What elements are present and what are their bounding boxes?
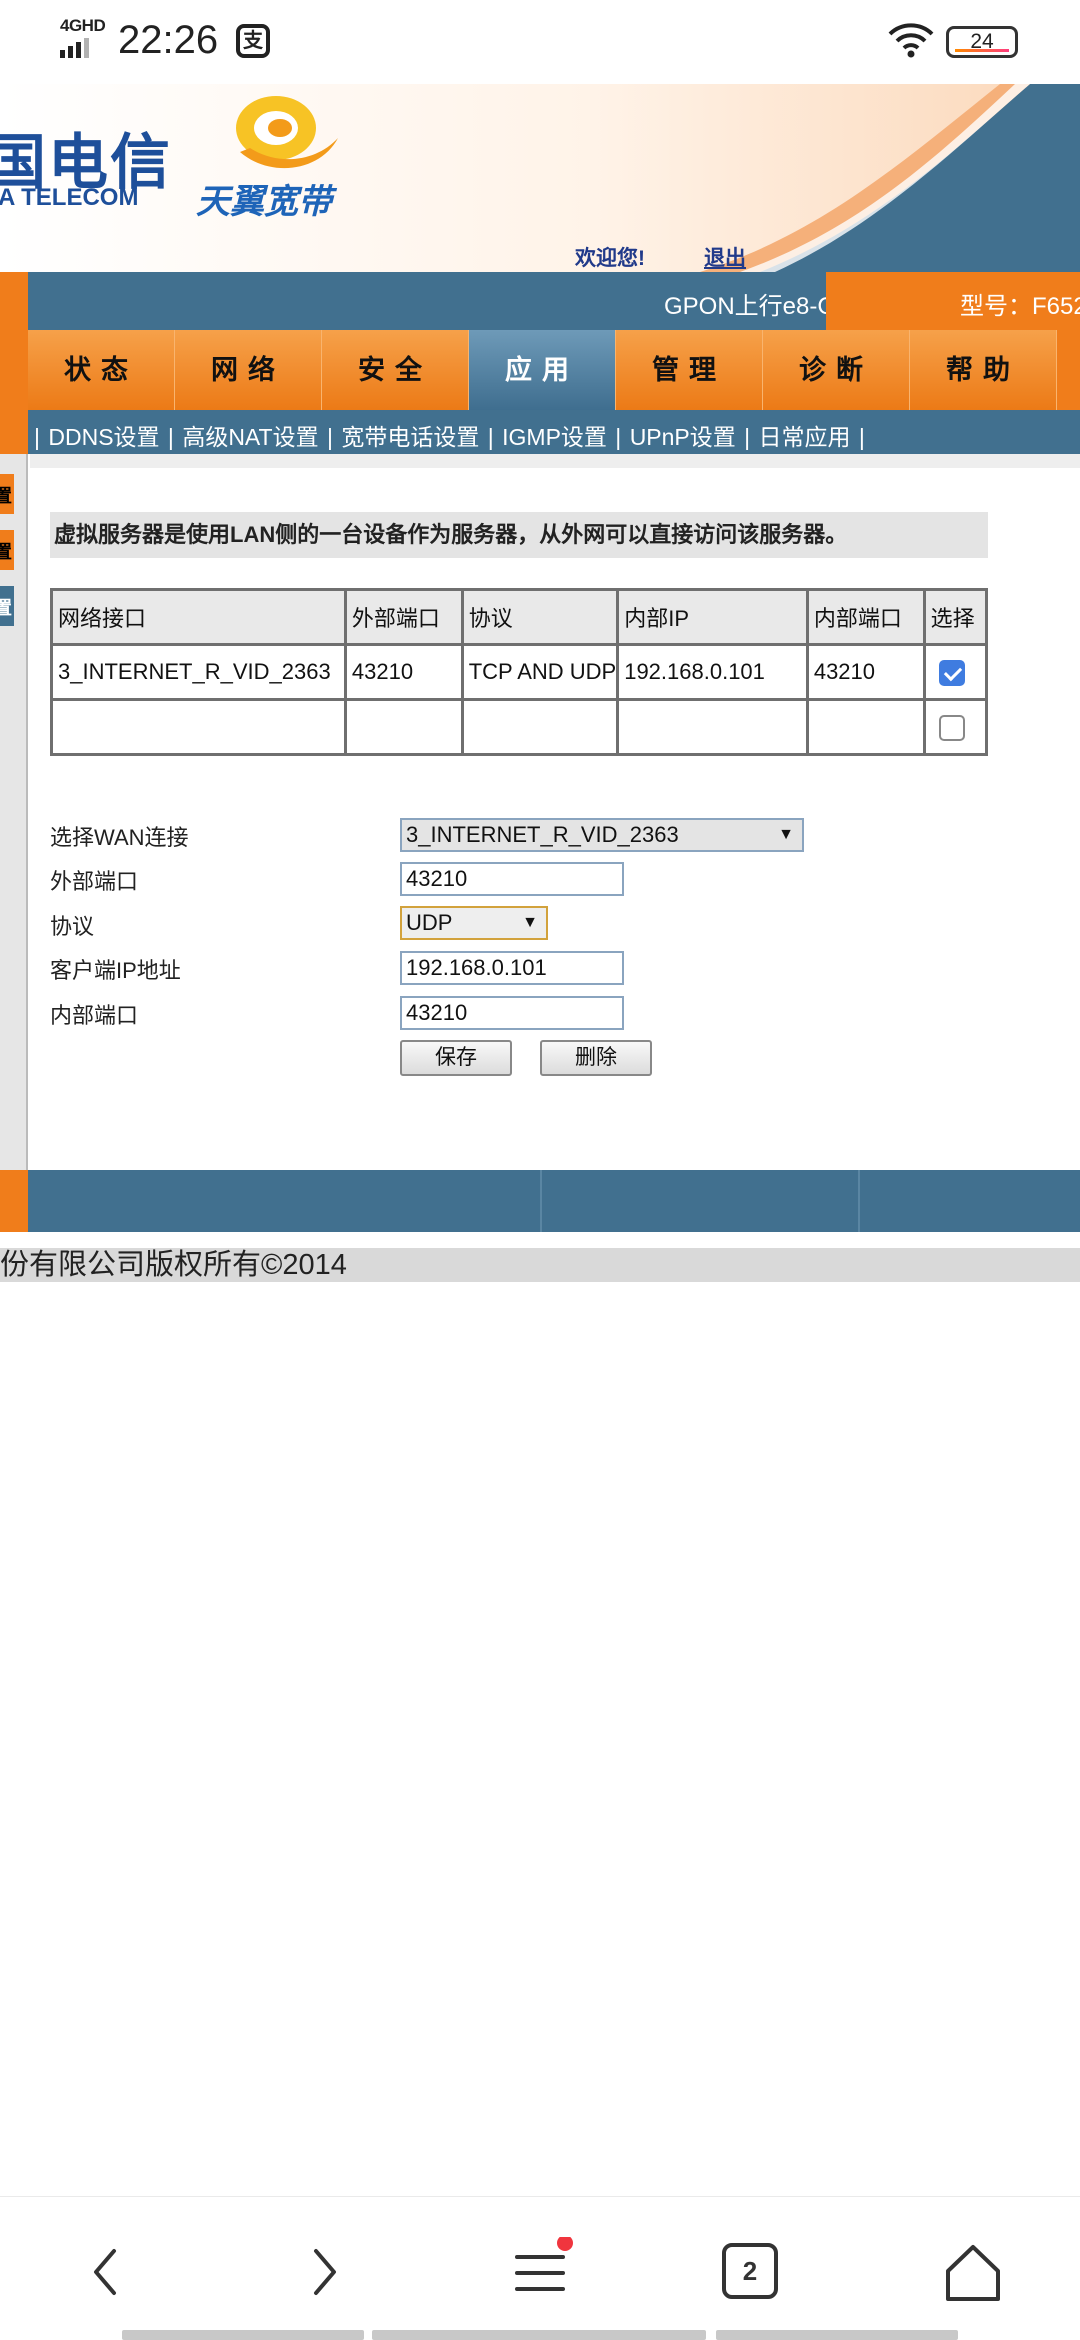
sub-menu-links: | DDNS设置 | 高级NAT设置 | 宽带电话设置 | IGMP设置 | U… (34, 424, 865, 450)
menu-status[interactable]: 状态 (28, 330, 175, 410)
menu-help[interactable]: 帮助 (910, 330, 1057, 410)
signal-icon (60, 38, 92, 58)
gesture-bar (372, 2330, 706, 2340)
left-accent-strip (0, 410, 28, 454)
clock: 22:26 (118, 18, 219, 62)
column-header: 网络接口 (50, 588, 347, 646)
save-button[interactable]: 保存 (400, 1040, 512, 1076)
wifi-icon (888, 23, 934, 58)
internal-port-label: 内部端口 (50, 1003, 139, 1028)
cell-internal-ip: 192.168.0.101 (616, 643, 809, 701)
left-accent-strip (0, 330, 28, 410)
dropdown-arrow-icon: ▼ (522, 914, 538, 931)
cell-external-port: 43210 (343, 643, 464, 701)
wan-connection-select[interactable]: 3_INTERNET_R_VID_2363 ▼ (400, 818, 804, 852)
column-header: 外部端口 (343, 588, 464, 646)
logout-link[interactable]: 退出 (704, 242, 746, 272)
model-bar: GPON上行e8-C 型号：F652 (0, 272, 1080, 330)
tianyi-broadband-logo: 天翼宽带 (196, 183, 332, 221)
submenu-broadband-phone[interactable]: 宽带电话设置 (341, 424, 479, 450)
left-sidebar: 置 置 置 (0, 454, 28, 1170)
left-accent-strip (0, 1170, 28, 1232)
telecom-logo-english: A TELECOM (0, 184, 139, 211)
home-icon[interactable] (938, 2237, 1008, 2307)
menu-icon[interactable] (505, 2237, 575, 2307)
cell-select (922, 643, 989, 701)
row-select-checkbox[interactable] (938, 659, 965, 686)
table-header-row: 网络接口 外部端口 协议 内部IP 内部端口 选择 (50, 588, 989, 646)
delete-button[interactable]: 删除 (540, 1040, 652, 1076)
external-port-input[interactable] (400, 862, 624, 896)
submenu-igmp[interactable]: IGMP设置 (502, 424, 607, 450)
sidebar-tab[interactable]: 置 (0, 474, 14, 514)
main-content: 虚拟服务器是使用LAN侧的一台设备作为服务器，从外网可以直接访问该服务器。 网络… (30, 454, 1080, 1170)
gesture-bar (122, 2330, 364, 2340)
menu-security[interactable]: 安全 (322, 330, 469, 410)
menu-diagnosis[interactable]: 诊断 (763, 330, 910, 410)
main-menu: 状态 网络 安全 应用 管理 诊断 帮助 (0, 330, 1080, 410)
device-name: GPON上行e8-C (664, 293, 835, 320)
tianyi-swirl-icon (236, 96, 338, 169)
submenu-ddns[interactable]: DDNS设置 (48, 424, 159, 450)
gesture-bar (716, 2330, 958, 2340)
menu-management[interactable]: 管理 (616, 330, 763, 410)
column-header: 协议 (460, 588, 620, 646)
network-type-label: 4GHD (60, 16, 106, 35)
column-header: 内部IP (616, 588, 809, 646)
alipay-icon: 支 (236, 24, 270, 58)
copyright-text: 份有限公司版权所有©2014 (0, 1248, 1080, 1282)
protocol-label: 协议 (50, 914, 95, 939)
column-header: 内部端口 (805, 588, 926, 646)
browser-nav-bar: 2 (0, 2196, 1080, 2340)
menu-application[interactable]: 应用 (469, 330, 616, 410)
footer-divider (858, 1170, 860, 1232)
virtual-server-table: 网络接口 外部端口 协议 内部IP 内部端口 选择 3_INTERNET_R_V… (50, 588, 989, 756)
client-ip-input[interactable] (400, 951, 624, 985)
protocol-select[interactable]: UDP ▼ (400, 906, 548, 940)
client-ip-label: 客户端IP地址 (50, 958, 181, 983)
forward-icon[interactable] (288, 2237, 358, 2307)
submenu-advanced-nat[interactable]: 高级NAT设置 (182, 424, 318, 450)
wan-connection-label: 选择WAN连接 (50, 825, 189, 850)
dropdown-arrow-icon: ▼ (778, 826, 794, 843)
header-banner: 国电信 A TELECOM 天翼宽带 欢迎您! 退出 (0, 84, 1080, 272)
sidebar-tab[interactable]: 置 (0, 530, 14, 570)
internal-port-input[interactable] (400, 996, 624, 1030)
cell-internal-port: 43210 (805, 643, 926, 701)
battery-indicator: 24 (946, 26, 1018, 58)
tabs-button[interactable]: 2 (722, 2243, 778, 2299)
table-row[interactable]: 3_INTERNET_R_VID_2363 43210 TCP AND UDP … (50, 643, 989, 701)
table-row[interactable] (50, 698, 989, 756)
notification-dot-icon (557, 2237, 573, 2251)
footer-bar (0, 1170, 1080, 1232)
menu-network[interactable]: 网络 (175, 330, 322, 410)
sub-menu: | DDNS设置 | 高级NAT设置 | 宽带电话设置 | IGMP设置 | U… (0, 410, 1080, 454)
cell-select (922, 698, 989, 756)
column-header: 选择 (922, 588, 989, 646)
cell-external-port (343, 698, 464, 756)
welcome-text: 欢迎您! (575, 247, 645, 270)
submenu-daily-apps[interactable]: 日常应用 (759, 424, 851, 450)
back-icon[interactable] (72, 2237, 142, 2307)
cell-internal-ip (616, 698, 809, 756)
external-port-label: 外部端口 (50, 869, 139, 894)
page-description: 虚拟服务器是使用LAN侧的一台设备作为服务器，从外网可以直接访问该服务器。 (50, 512, 988, 558)
cell-protocol (460, 698, 620, 756)
footer-divider (540, 1170, 542, 1232)
model-number: 型号：F652 (960, 293, 1080, 320)
cell-internal-port (805, 698, 926, 756)
submenu-upnp[interactable]: UPnP设置 (630, 424, 736, 450)
cell-interface (50, 698, 347, 756)
status-bar: 4GHD 22:26 支 24 (0, 0, 1080, 84)
cell-interface: 3_INTERNET_R_VID_2363 (50, 643, 347, 701)
sidebar-tab-active[interactable]: 置 (0, 586, 14, 626)
row-select-checkbox[interactable] (938, 714, 965, 741)
cell-protocol: TCP AND UDP (460, 643, 620, 701)
left-accent-strip (0, 272, 28, 330)
